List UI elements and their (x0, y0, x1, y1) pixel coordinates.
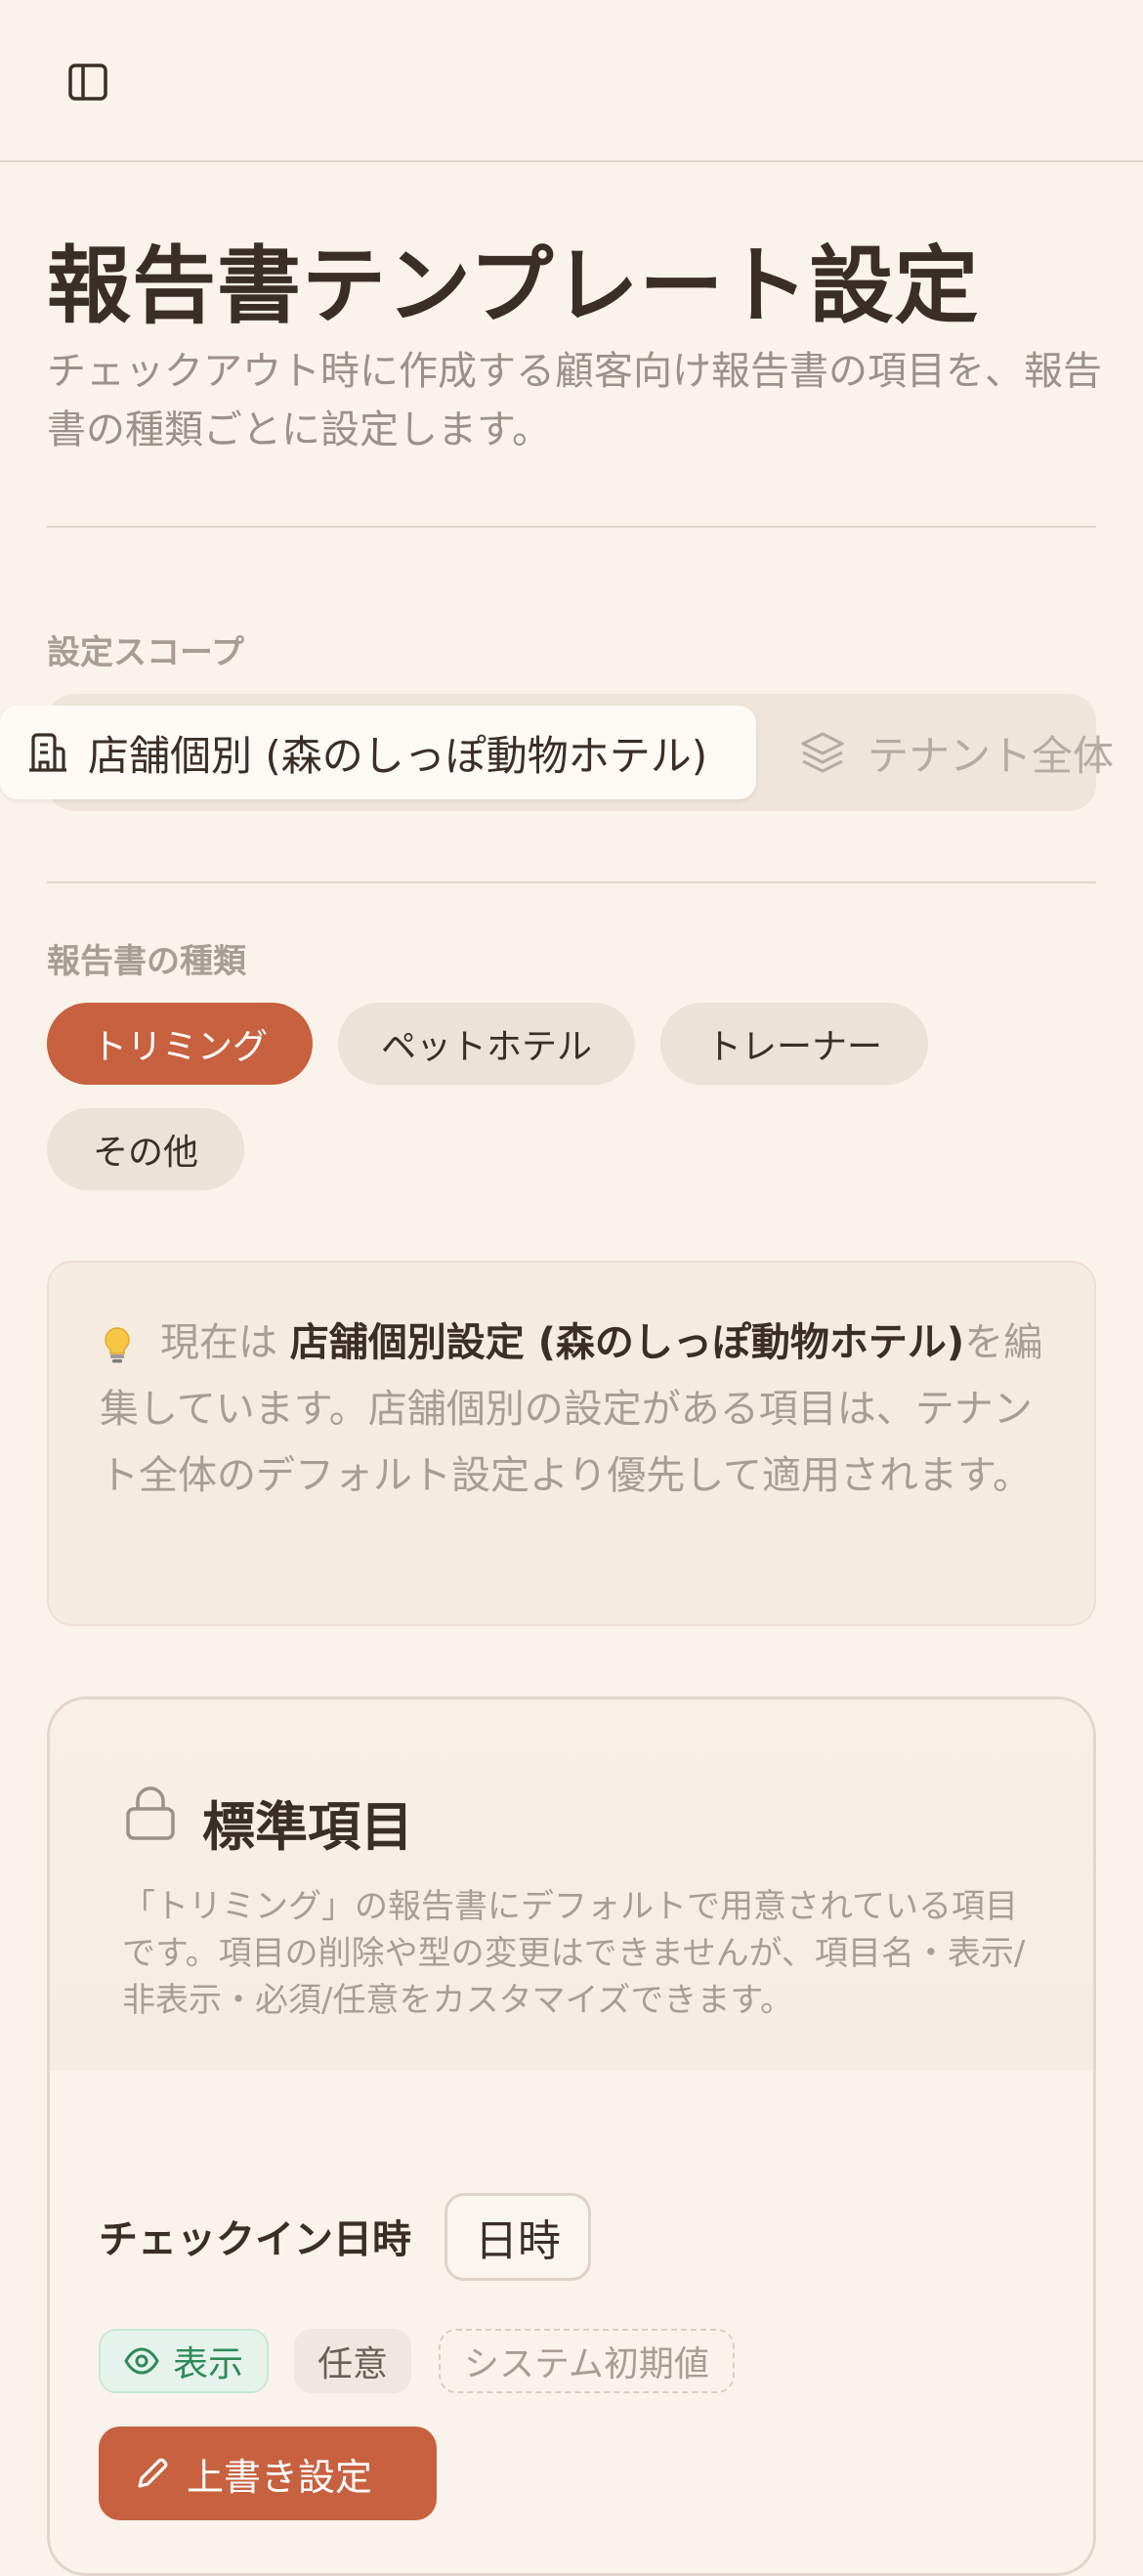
sidebar-toggle-button[interactable] (61, 59, 115, 106)
divider (47, 526, 1096, 528)
pencil-icon (138, 2458, 168, 2488)
eye-icon (124, 2347, 159, 2375)
requirement-badge: 任意 (294, 2329, 412, 2393)
report-type-chip-other[interactable]: その他 (47, 1108, 244, 1190)
report-type-label: 報告書の種類 (47, 942, 246, 981)
page-title: 報告書テンプレート設定 (47, 237, 980, 335)
notice-emphasis: 店舗個別設定 (森のしっぽ動物ホテル) (289, 1320, 965, 1365)
standard-fields-header: 標準項目 「トリミング」の報告書にデフォルトで用意されている項目です。項目の削除… (50, 1699, 1093, 2071)
scope-label: 設定スコープ (47, 633, 244, 672)
standard-fields-card: 標準項目 「トリミング」の報告書にデフォルトで用意されている項目です。項目の削除… (47, 1696, 1096, 2576)
page-subtitle: チェックアウト時に作成する顧客向け報告書の項目を、報告書の種類ごとに設定します。 (47, 349, 1102, 452)
scope-option-store-label: 店舗個別 (森のしっぽ動物ホテル) (88, 731, 708, 780)
editing-scope-notice: 現在は 店舗個別設定 (森のしっぽ動物ホテル)を編集しています。店舗個別の設定が… (47, 1261, 1096, 1626)
divider (47, 881, 1096, 883)
report-type-chip-trainer[interactable]: トレーナー (660, 1003, 928, 1085)
field-name: チェックイン日時 (99, 2217, 411, 2262)
sidebar-toggle-icon (68, 64, 107, 101)
notice-prefix: 現在は (160, 1320, 277, 1365)
building-icon (29, 733, 66, 772)
override-settings-label: 上書き設定 (187, 2455, 373, 2499)
lightbulb-icon (105, 1327, 130, 1363)
override-settings-button[interactable]: 上書き設定 (99, 2426, 437, 2520)
scope-option-tenant-label: テナント全体 (868, 731, 1115, 780)
scope-option-store[interactable]: 店舗個別 (森のしっぽ動物ホテル) (0, 706, 756, 799)
report-type-chip-trimming[interactable]: トリミング (47, 1003, 313, 1085)
standard-fields-title: 標準項目 (202, 1796, 413, 1858)
visibility-label: 表示 (173, 2344, 244, 2384)
visibility-badge: 表示 (99, 2329, 270, 2393)
field-type-badge: 日時 (444, 2193, 591, 2281)
scope-option-tenant[interactable]: テナント全体 (799, 706, 1114, 799)
layers-icon (801, 732, 844, 773)
source-badge: システム初期値 (439, 2329, 735, 2393)
top-bar (0, 0, 1143, 162)
standard-fields-description: 「トリミング」の報告書にデフォルトで用意されている項目です。項目の削除や型の変更… (122, 1887, 1026, 2020)
lock-icon (126, 1786, 175, 1840)
report-type-chip-pet-hotel[interactable]: ペットホテル (338, 1003, 635, 1085)
